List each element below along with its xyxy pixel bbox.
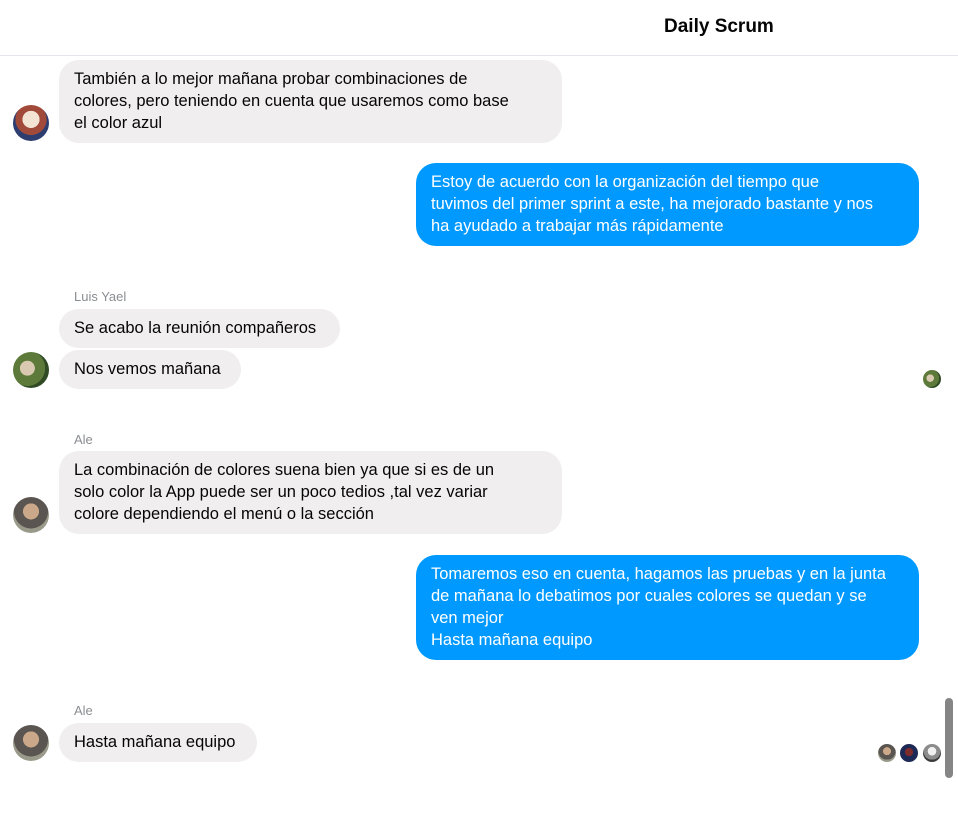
read-receipt-avatar bbox=[923, 744, 941, 762]
incoming-message[interactable]: También a lo mejor mañana probar combina… bbox=[59, 60, 562, 143]
incoming-message[interactable]: La combinación de colores suena bien ya … bbox=[59, 451, 562, 534]
sender-name: Ale bbox=[74, 432, 93, 447]
message-thread[interactable]: También a lo mejor mañana probar combina… bbox=[0, 56, 944, 778]
read-receipt-avatar bbox=[900, 744, 918, 762]
incoming-message[interactable]: Hasta mañana equipo bbox=[59, 723, 257, 762]
sender-name: Ale bbox=[74, 703, 93, 718]
scrollbar-track[interactable] bbox=[944, 56, 958, 778]
incoming-message[interactable]: Se acabo la reunión compañeros bbox=[59, 309, 340, 348]
outgoing-message[interactable]: Estoy de acuerdo con la organización del… bbox=[416, 163, 919, 246]
read-receipt-avatar bbox=[878, 744, 896, 762]
participant-avatar[interactable] bbox=[13, 497, 49, 533]
conversation-title[interactable]: Daily Scrum bbox=[664, 16, 774, 38]
outgoing-message[interactable]: Tomaremos eso en cuenta, hagamos las pru… bbox=[416, 555, 919, 660]
chat-header: Daily Scrum bbox=[0, 0, 958, 56]
participant-avatar[interactable] bbox=[13, 352, 49, 388]
participant-avatar[interactable] bbox=[13, 105, 49, 141]
participant-avatar[interactable] bbox=[13, 725, 49, 761]
read-receipt-avatar bbox=[923, 370, 941, 388]
incoming-message[interactable]: Nos vemos mañana bbox=[59, 350, 241, 389]
sender-name: Luis Yael bbox=[74, 289, 127, 304]
scrollbar-thumb[interactable] bbox=[945, 698, 953, 778]
